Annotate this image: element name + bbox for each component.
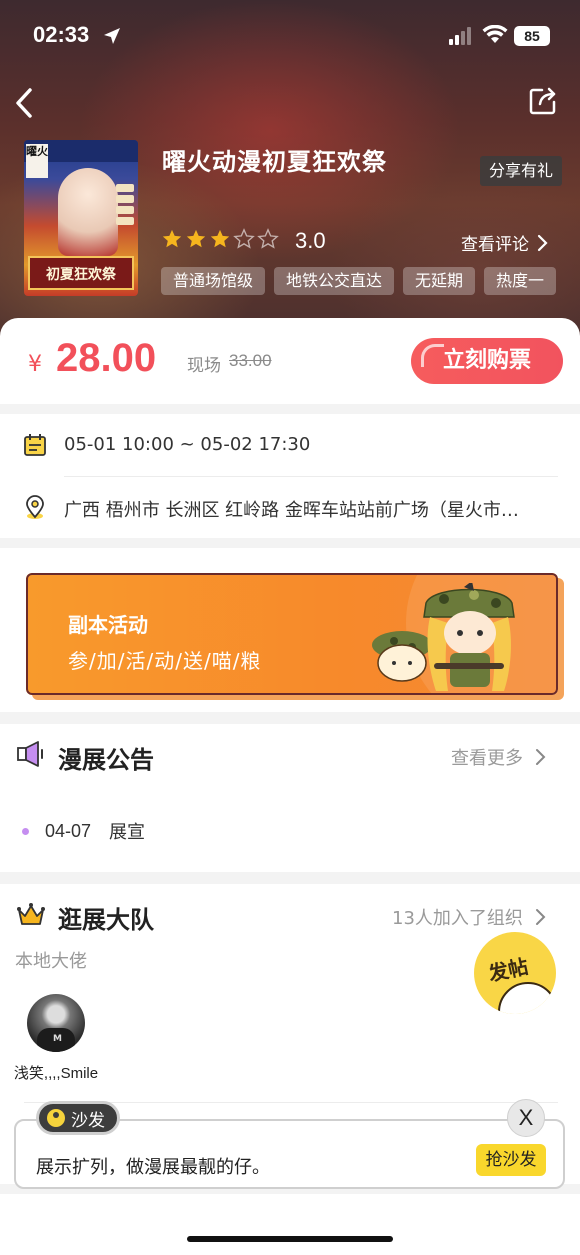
activity-subtitle: 参/加/活/动/送/喵/粮 bbox=[68, 649, 262, 673]
side-quest-banner[interactable]: 副本活动 参/加/活/动/送/喵/粮 bbox=[26, 573, 558, 695]
share-icon[interactable] bbox=[528, 86, 558, 116]
avatar: M bbox=[27, 994, 85, 1052]
event-tag: 地铁公交直达 bbox=[274, 267, 395, 295]
event-tag: 无延期 bbox=[403, 267, 476, 295]
battery-indicator: 85 bbox=[514, 26, 550, 46]
grab-sofa-button[interactable]: 抢沙发 bbox=[476, 1144, 546, 1176]
rating-stars bbox=[161, 228, 279, 250]
star-filled-icon bbox=[210, 229, 230, 248]
bullet-dot bbox=[22, 827, 29, 835]
event-header: 02:33 85 分享有礼 曜火 初夏狂欢祭 曜火动漫初夏狂欢祭 3.0 查看评… bbox=[0, 0, 580, 340]
event-tag: 热度一 bbox=[484, 267, 557, 295]
poster-title: 初夏狂欢祭 bbox=[28, 256, 134, 290]
announcement-section: 漫展公告 查看更多 04-07 展宣 bbox=[0, 724, 580, 872]
ticket-price: 28.00 bbox=[56, 336, 157, 380]
currency-symbol: ¥ bbox=[28, 352, 42, 377]
event-address-row[interactable]: 广西 梧州市 长洲区 红岭路 金晖车站站前广场（星火市… bbox=[0, 476, 580, 538]
calendar-icon bbox=[24, 434, 46, 456]
location-pin-icon bbox=[26, 495, 44, 519]
view-reviews-link[interactable]: 查看评论 bbox=[461, 230, 549, 255]
sofa-hint: 展示扩列，做漫展最靓的仔。 bbox=[36, 1157, 270, 1178]
event-address: 广西 梧州市 长洲区 红岭路 金晖车站站前广场（星火市… bbox=[64, 500, 519, 521]
view-reviews-label: 查看评论 bbox=[461, 235, 529, 255]
status-time: 02:33 bbox=[33, 22, 90, 47]
cat-mascot-icon bbox=[498, 982, 556, 1014]
back-arrow-icon[interactable] bbox=[10, 86, 40, 120]
announcement-date: 04-07 bbox=[45, 820, 92, 841]
user-icon bbox=[47, 1109, 65, 1127]
team-joined-count: 13人加入了组织 bbox=[392, 908, 523, 929]
share-reward-tooltip[interactable]: 分享有礼 bbox=[480, 156, 562, 186]
close-button[interactable]: X bbox=[507, 1099, 545, 1137]
poster-logo: 曜火 bbox=[26, 144, 48, 178]
event-info-card: 05-01 10:00 ~ 05-02 17:30 广西 梧州市 长洲区 红岭路… bbox=[0, 414, 580, 538]
home-indicator bbox=[187, 1236, 393, 1242]
price-card: ¥ 28.00 现场 33.00 立刻购票 bbox=[0, 318, 580, 404]
announcement-more-link[interactable]: 查看更多 bbox=[451, 744, 547, 770]
announcement-more-label: 查看更多 bbox=[451, 748, 523, 769]
bottom-safe-area bbox=[0, 1194, 580, 1255]
chevron-right-icon bbox=[537, 234, 548, 251]
post-button[interactable]: 发帖 bbox=[474, 932, 556, 1014]
member-name: 浅笑,,,,Smile bbox=[13, 1065, 99, 1082]
mascot-illustration bbox=[372, 583, 515, 691]
star-empty-icon bbox=[257, 228, 279, 249]
sofa-badge: 沙发 bbox=[36, 1101, 120, 1135]
team-subtitle: 本地大佬 bbox=[15, 951, 87, 972]
avatar-letter: M bbox=[53, 1034, 62, 1044]
poster-character bbox=[58, 168, 118, 256]
announcement-item[interactable]: 04-07 展宣 bbox=[22, 818, 145, 844]
team-title: 逛展大队 bbox=[58, 906, 154, 934]
star-filled-icon bbox=[186, 229, 206, 248]
activity-title: 副本活动 bbox=[68, 613, 148, 637]
announcement-text: 展宣 bbox=[109, 822, 146, 843]
crown-icon bbox=[17, 903, 45, 925]
activity-section: 副本活动 参/加/活/动/送/喵/粮 bbox=[0, 548, 580, 712]
event-time: 05-01 10:00 ~ 05-02 17:30 bbox=[64, 434, 311, 455]
onsite-price-label: 现场 bbox=[187, 356, 221, 376]
announcement-title: 漫展公告 bbox=[58, 746, 154, 774]
location-arrow-icon bbox=[104, 28, 120, 44]
chevron-right-icon bbox=[535, 909, 546, 925]
poster-badges bbox=[116, 184, 134, 228]
buy-ticket-button[interactable]: 立刻购票 bbox=[411, 338, 563, 384]
team-member[interactable]: M 浅笑,,,,Smile bbox=[10, 994, 102, 1083]
chevron-right-icon bbox=[536, 749, 546, 765]
onsite-price: 33.00 bbox=[229, 351, 272, 370]
event-time-row: 05-01 10:00 ~ 05-02 17:30 bbox=[0, 414, 580, 476]
megaphone-icon bbox=[17, 741, 43, 767]
wifi-icon bbox=[482, 25, 508, 43]
event-tag: 普通场馆级 bbox=[161, 267, 266, 295]
star-filled-icon bbox=[162, 229, 182, 248]
cellular-signal-icon bbox=[449, 27, 471, 45]
event-title: 曜火动漫初夏狂欢祭 bbox=[162, 148, 387, 176]
event-poster[interactable]: 曜火 初夏狂欢祭 bbox=[24, 140, 138, 296]
event-tags: 普通场馆级 地铁公交直达 无延期 热度一 bbox=[161, 267, 557, 295]
rating-value: 3.0 bbox=[295, 228, 326, 253]
status-bar: 02:33 85 bbox=[0, 0, 580, 70]
team-joined-link[interactable]: 13人加入了组织 bbox=[392, 904, 547, 930]
star-empty-icon bbox=[233, 228, 255, 249]
sofa-badge-label: 沙发 bbox=[71, 1110, 105, 1131]
